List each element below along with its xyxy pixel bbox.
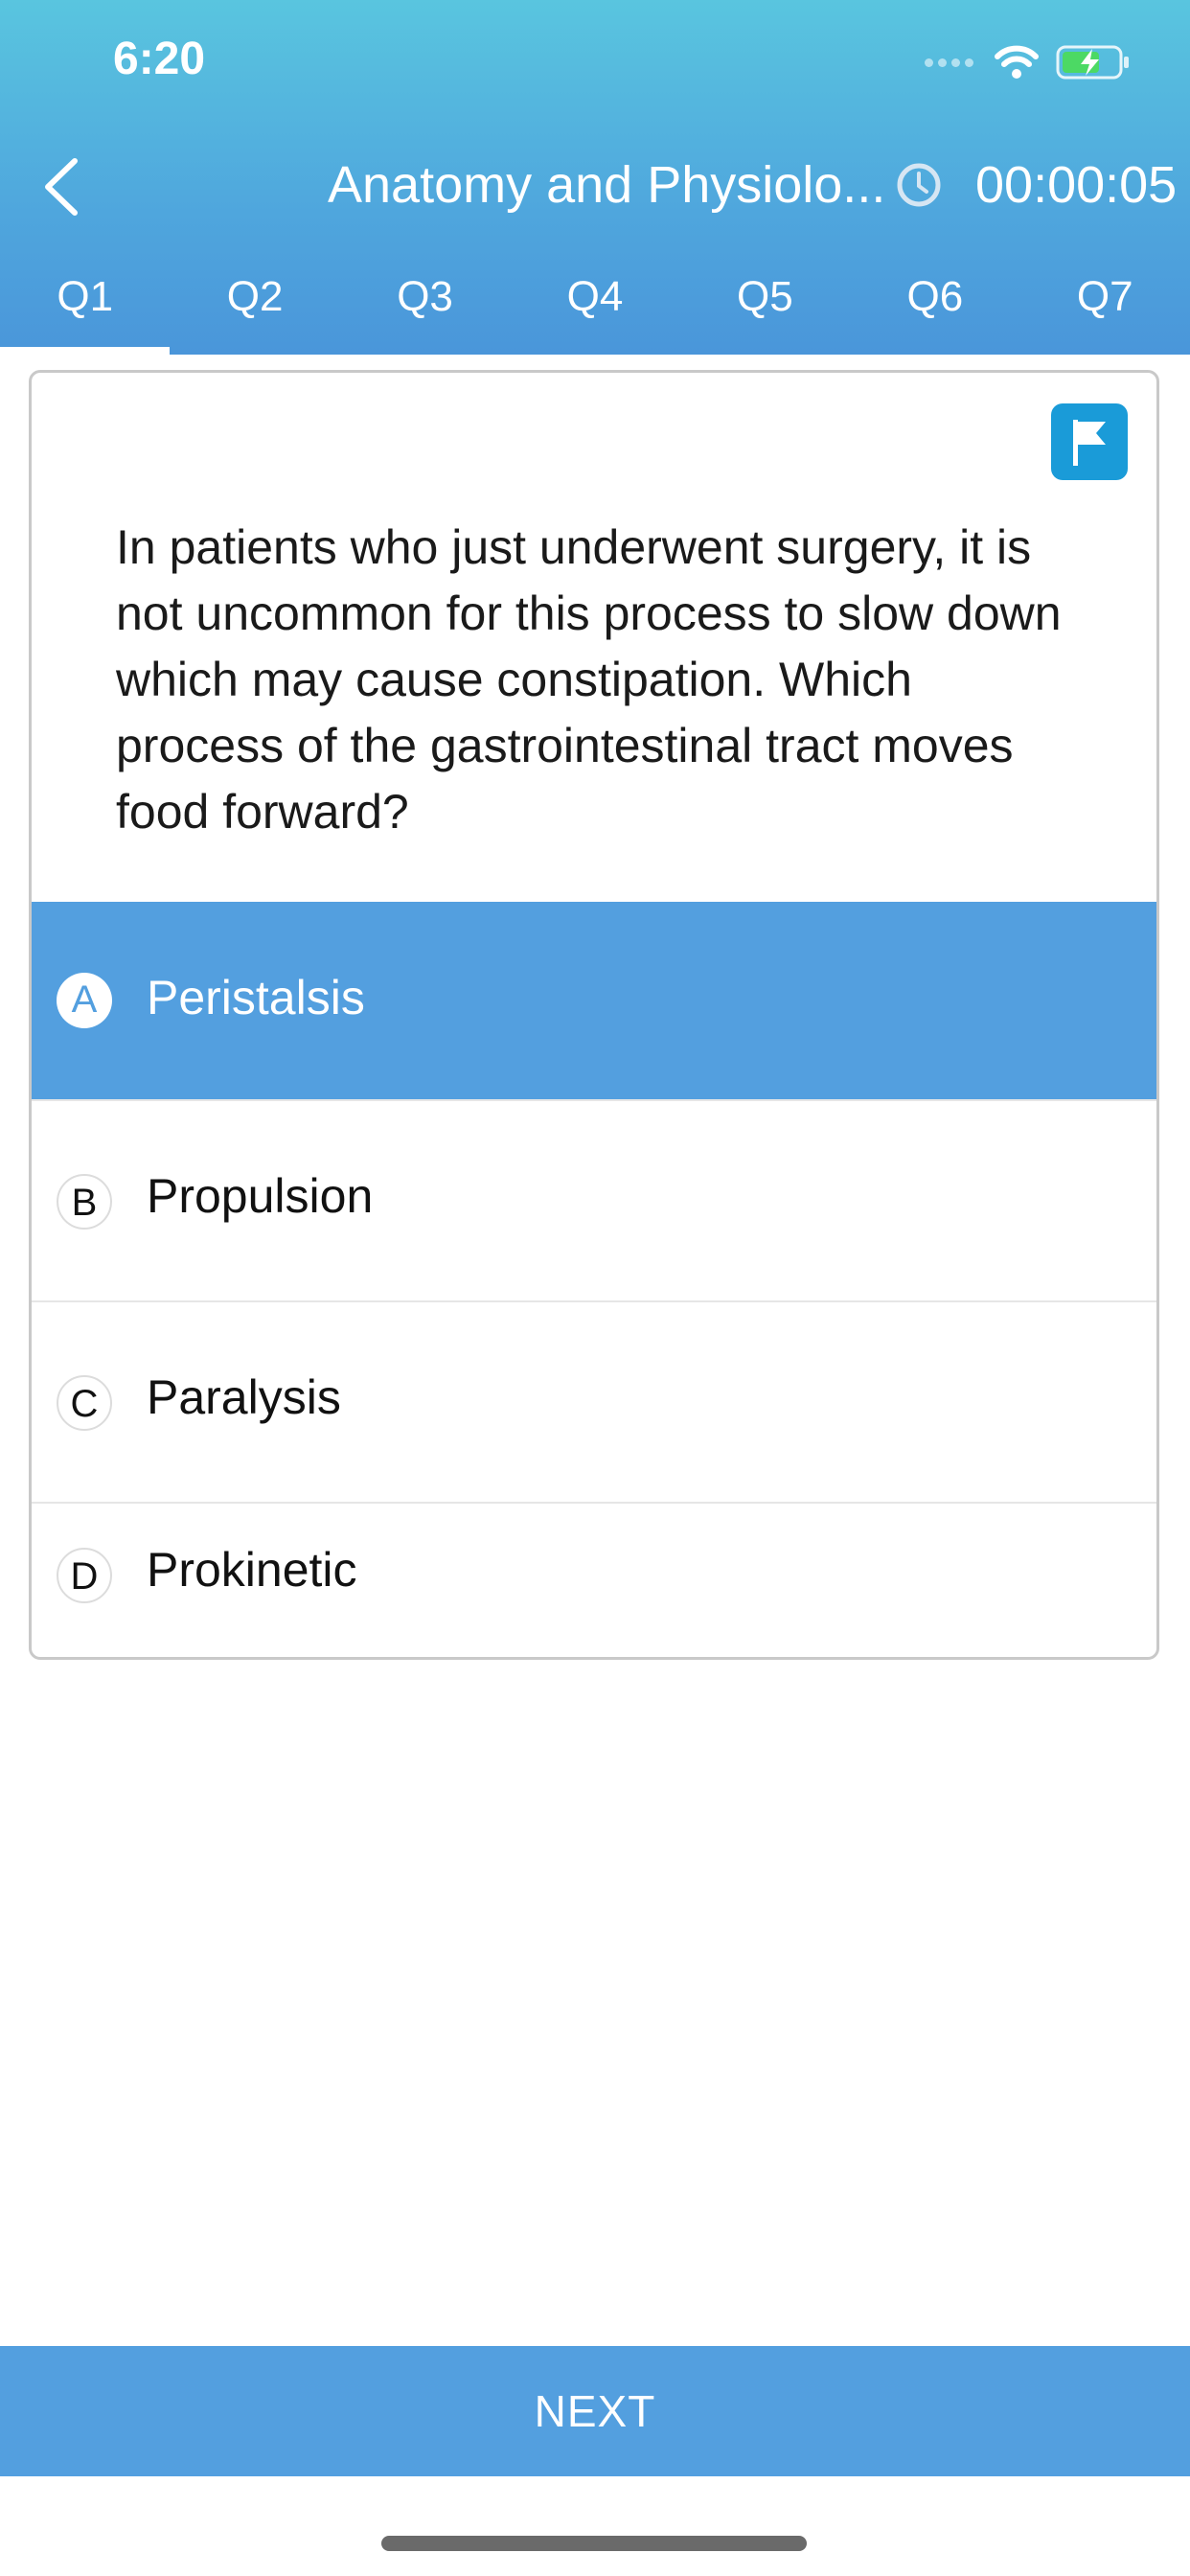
- tab-q6[interactable]: Q6: [850, 259, 1019, 355]
- tab-q1[interactable]: Q1: [0, 259, 171, 355]
- option-b-label: Propulsion: [147, 1169, 374, 1223]
- option-b[interactable]: B Propulsion: [32, 1099, 1156, 1300]
- tab-q4[interactable]: Q4: [510, 259, 679, 355]
- question-text: In patients who just underwent surgery, …: [116, 520, 1062, 839]
- question-tabs: Q1 Q2 Q3 Q4 Q5 Q6 Q7: [0, 259, 1190, 355]
- tab-q5[interactable]: Q5: [680, 259, 850, 355]
- signal-icon: [925, 58, 973, 67]
- option-c-letter: C: [57, 1375, 112, 1431]
- header: 6:20 Anatomy and Physiolo... 00:00:05 Q1…: [0, 0, 1190, 355]
- next-button[interactable]: NEXT: [0, 2346, 1190, 2476]
- option-b-letter: B: [57, 1174, 112, 1230]
- question-card: In patients who just underwent surgery, …: [29, 370, 1159, 1660]
- tab-q2[interactable]: Q2: [170, 259, 339, 355]
- tab-q3[interactable]: Q3: [340, 259, 510, 355]
- option-a[interactable]: A Peristalsis: [32, 902, 1156, 1099]
- timer: 00:00:05: [975, 156, 1178, 214]
- back-chevron-icon[interactable]: [29, 144, 96, 230]
- clock-icon: [897, 163, 941, 207]
- option-d-letter: D: [57, 1548, 112, 1603]
- wifi-icon: [995, 45, 1039, 79]
- option-c-label: Paralysis: [147, 1370, 341, 1424]
- quiz-title: Anatomy and Physiolo...: [328, 156, 886, 214]
- option-a-label: Peristalsis: [147, 971, 365, 1024]
- option-d-label: Prokinetic: [147, 1543, 357, 1597]
- status-time: 6:20: [113, 34, 206, 84]
- tab-q7[interactable]: Q7: [1020, 259, 1190, 355]
- option-d[interactable]: D Prokinetic: [32, 1502, 1156, 1657]
- battery-icon: [1056, 45, 1129, 80]
- flag-button[interactable]: [1051, 403, 1128, 480]
- option-a-letter: A: [57, 973, 112, 1028]
- flag-icon: [1073, 420, 1106, 466]
- home-indicator[interactable]: [381, 2536, 807, 2551]
- status-icons: [925, 38, 1133, 86]
- option-c[interactable]: C Paralysis: [32, 1300, 1156, 1502]
